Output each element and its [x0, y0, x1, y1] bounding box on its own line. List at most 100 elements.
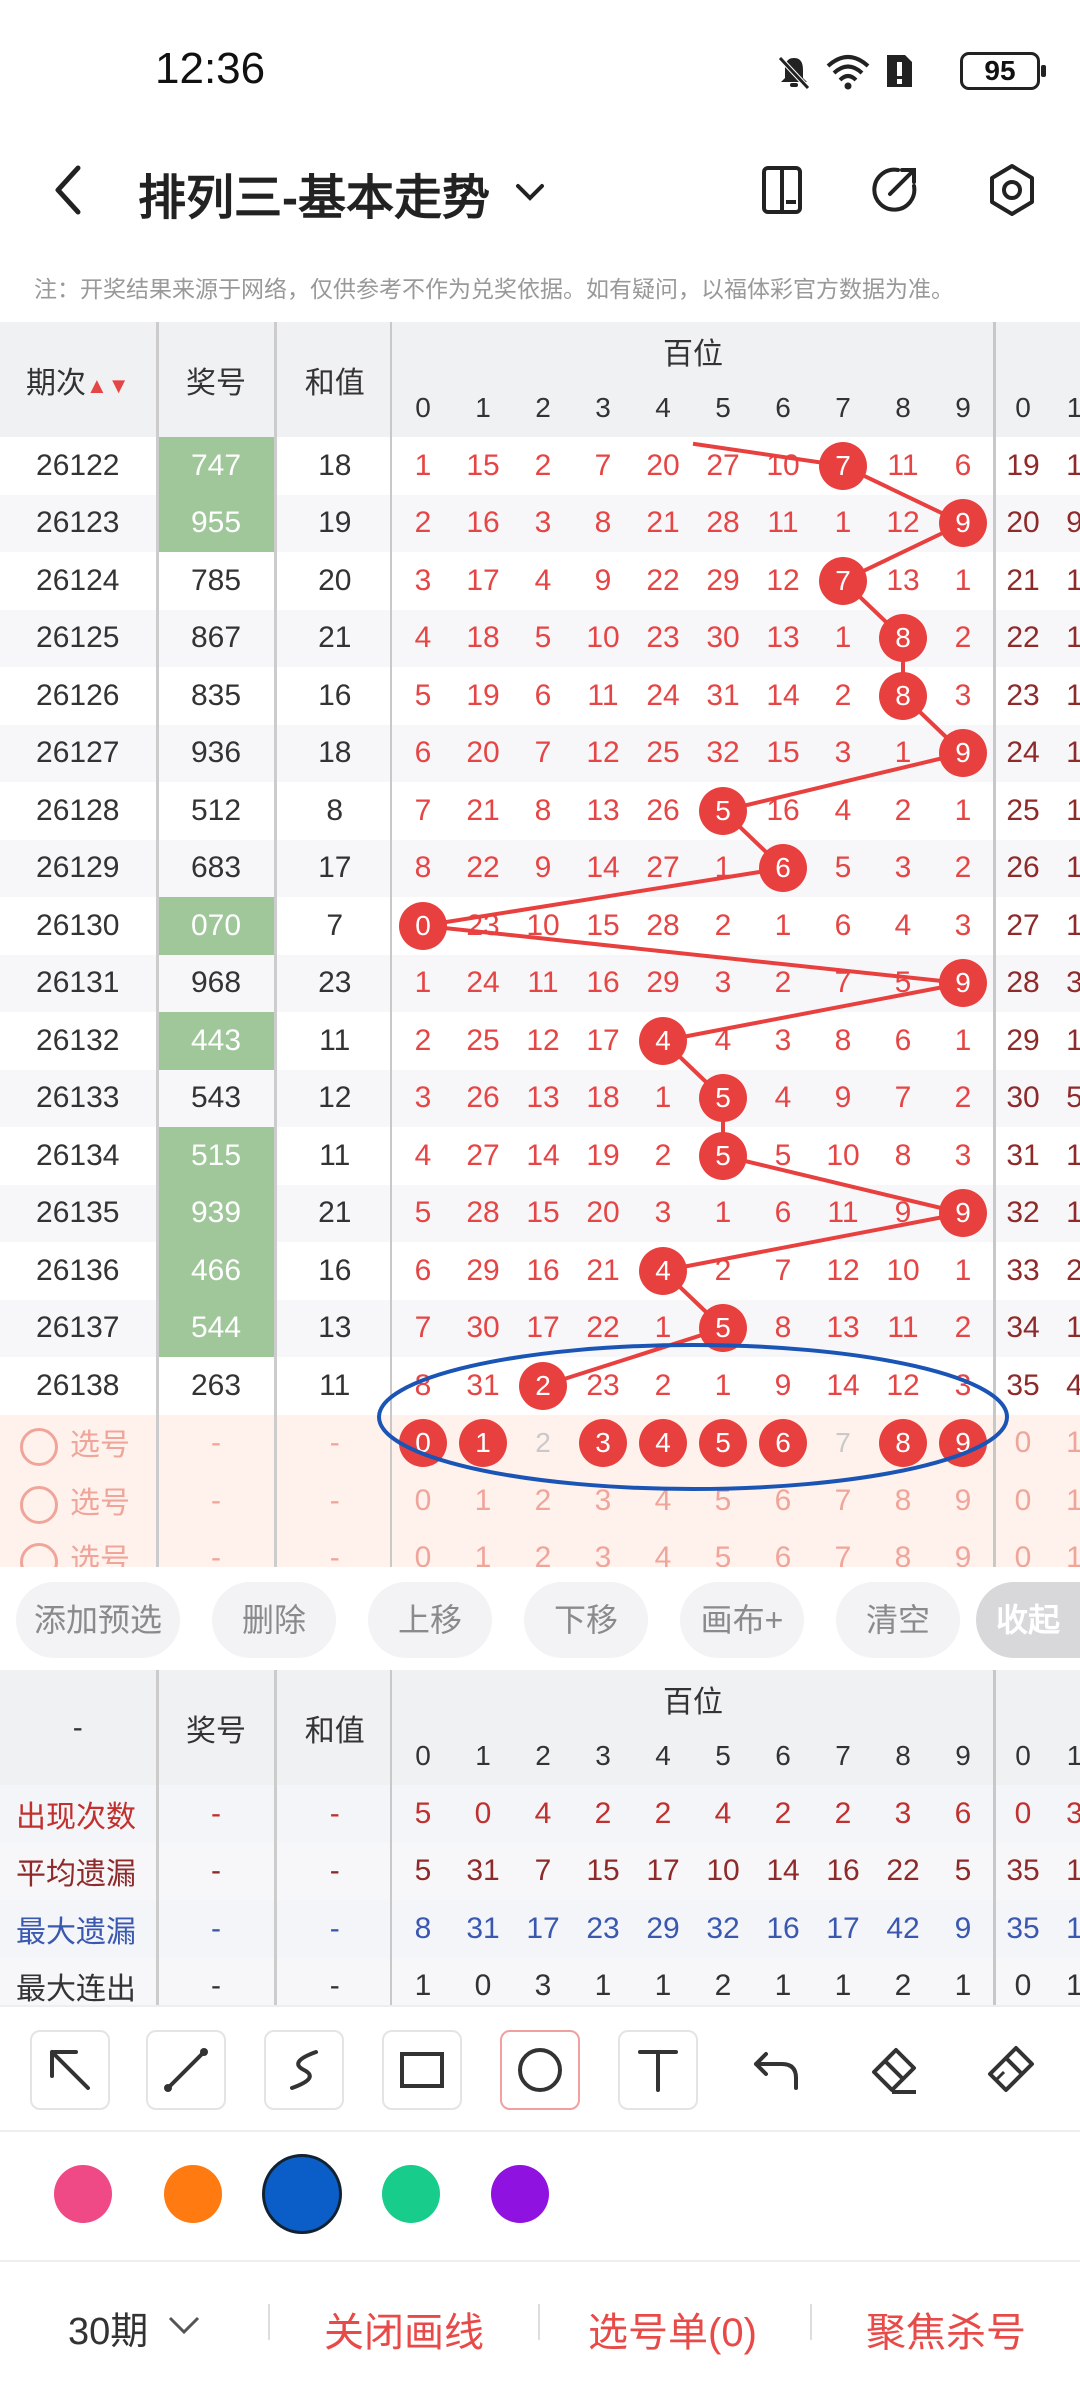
- color-swatch-orange[interactable]: [164, 2165, 222, 2223]
- text-tool[interactable]: [618, 2030, 698, 2110]
- stats-value: 7: [513, 1842, 573, 1900]
- period-select[interactable]: 30期: [68, 2300, 148, 2355]
- stats-value: 32: [706, 1911, 740, 1945]
- focus-kill-button[interactable]: 聚焦杀号: [866, 2300, 1026, 2358]
- trend-ball: 7: [819, 441, 867, 490]
- stats-value: 5: [414, 1796, 432, 1830]
- stats-value: 1: [933, 1957, 993, 2005]
- stats-value: 17: [633, 1842, 693, 1900]
- status-bar: 12:36 95: [0, 0, 1080, 140]
- stats-value: 2: [834, 1796, 852, 1830]
- disclaimer-note: 注：开奖结果来源于网络，仅供参考不作为兑奖依据。如有疑问，以福体彩官方数据为准。: [34, 276, 954, 302]
- stats-value: 2: [693, 1957, 753, 2005]
- add-preselect-button[interactable]: 添加预选: [16, 1582, 180, 1658]
- ellipse-tool[interactable]: [500, 2030, 580, 2110]
- stats-grid: - 奖号 和值 百位 0 1 2 3 4 5 6 7 8 9 0 1 出现次数 - -5 0 4 2 2 4 2 2 3 6 0 3 平均遗…: [0, 1670, 1080, 2005]
- trend-ball: 5: [699, 1074, 747, 1123]
- stats-value: 22: [873, 1842, 933, 1900]
- pick-list-button[interactable]: 选号单(0): [588, 2300, 757, 2358]
- color-swatch-purple[interactable]: [491, 2165, 549, 2223]
- stats-value: 2: [594, 1796, 612, 1830]
- stats-value: 29: [646, 1911, 680, 1945]
- phone-layout-icon[interactable]: [758, 162, 808, 218]
- stats-value: 1: [393, 1957, 453, 2005]
- curve-tool[interactable]: [264, 2030, 344, 2110]
- stats-value: 2: [774, 1796, 792, 1830]
- clock: 12:36: [155, 44, 266, 93]
- color-swatch-pink[interactable]: [54, 2165, 112, 2223]
- stats-value: 2: [873, 1957, 933, 2005]
- move-up-button[interactable]: 上移: [368, 1582, 492, 1658]
- rectangle-icon: [400, 2052, 444, 2088]
- trend-ball: 9: [939, 959, 987, 1008]
- circle-icon: [518, 2048, 562, 2092]
- stats-value: 5: [933, 1842, 993, 1900]
- stats-label: 出现次数: [16, 1800, 136, 1834]
- settings-icon[interactable]: [984, 162, 1040, 218]
- broom-icon: [988, 2046, 1034, 2092]
- stats-value: 5: [393, 1842, 453, 1900]
- close-draw-button[interactable]: 关闭画线: [324, 2300, 484, 2358]
- canvas-plus-button[interactable]: 画布+: [680, 1582, 804, 1658]
- divider: [0, 2005, 1080, 2007]
- share-icon[interactable]: [868, 164, 920, 216]
- alert-sim-icon: [887, 55, 912, 87]
- eraser-tool[interactable]: [854, 2030, 934, 2110]
- stats-value: 17: [526, 1911, 560, 1945]
- stats-value: 9: [954, 1911, 972, 1945]
- chevron-down-icon[interactable]: [164, 2310, 204, 2340]
- group-hundreds-header: 百位: [393, 1670, 993, 1728]
- stats-value: 8: [414, 1911, 432, 1945]
- stats-value: 1: [813, 1957, 873, 2005]
- trend-ball: 8: [879, 614, 927, 663]
- divider: [993, 1670, 996, 2005]
- stats-value: 1: [573, 1957, 633, 2005]
- trend-ball: 8: [879, 671, 927, 720]
- stats-value: 31: [453, 1842, 513, 1900]
- clear-canvas-tool[interactable]: [970, 2030, 1050, 2110]
- trend-line: [422, 866, 784, 928]
- stats-value: 1: [633, 1957, 693, 2005]
- trend-table: 期次▲▼ 奖号 和值 百位 0 1 2 3 4 5 6 7 8 9 0 1 26122 747 18 1 15 2 7 20 2…: [0, 322, 1080, 1567]
- page-title: 排列三-基本走势: [138, 172, 490, 225]
- divider: [390, 1670, 392, 2005]
- stats-value: 0: [474, 1796, 492, 1830]
- line-icon: [164, 2048, 208, 2092]
- color-swatch-green[interactable]: [382, 2165, 440, 2223]
- stats-table: - 奖号 和值 百位 0 1 2 3 4 5 6 7 8 9 0 1 出现次数 - -5 0 4 2 2 4 2 2 3 6 0 3 平均遗…: [0, 1670, 1080, 2005]
- arrow-pointer-icon: [50, 2050, 90, 2090]
- trend-line: [422, 923, 964, 986]
- stats-value: 3: [894, 1796, 912, 1830]
- back-arrow-icon[interactable]: [48, 162, 88, 218]
- stats-value: 16: [813, 1842, 873, 1900]
- rectangle-tool[interactable]: [382, 2030, 462, 2110]
- trend-ball: 4: [639, 1246, 687, 1295]
- trend-ball: 9: [939, 729, 987, 778]
- trend-line: [722, 751, 964, 813]
- stats-value: 10: [693, 1842, 753, 1900]
- clear-button[interactable]: 清空: [836, 1582, 960, 1658]
- move-down-button[interactable]: 下移: [524, 1582, 648, 1658]
- pointer-tool[interactable]: [30, 2030, 110, 2110]
- delete-button[interactable]: 删除: [212, 1582, 336, 1658]
- stats-value: 6: [954, 1796, 972, 1830]
- collapse-button[interactable]: 收起: [976, 1582, 1080, 1658]
- color-swatch-blue-selected[interactable]: [262, 2154, 342, 2234]
- stats-label: 平均遗漏: [0, 1842, 157, 1900]
- eraser-icon: [872, 2048, 916, 2094]
- stats-value: 1: [753, 1957, 813, 2005]
- stats-label: 最大连出: [0, 1957, 157, 2005]
- stats-row: 最大连出 - -1 0 3 1 1 2 1 1 2 1 0 1: [0, 1957, 1080, 2005]
- stats-value: 0: [453, 1957, 513, 2005]
- stats-row: 最大遗漏 - -8 31 17 23 29 32 16 17 42 9 35 1: [0, 1900, 1080, 1958]
- chevron-down-icon[interactable]: [510, 172, 550, 212]
- stats-value: 16: [766, 1911, 800, 1945]
- trend-ball: 4: [639, 1016, 687, 1065]
- line-tool[interactable]: [146, 2030, 226, 2110]
- trend-ball: 6: [759, 844, 807, 893]
- stats-value: 3: [513, 1957, 573, 2005]
- undo-tool[interactable]: [736, 2030, 816, 2110]
- col-sum-header: 和值: [273, 1670, 393, 1785]
- stats-value: 4: [534, 1796, 552, 1830]
- curve-icon: [290, 2050, 318, 2090]
